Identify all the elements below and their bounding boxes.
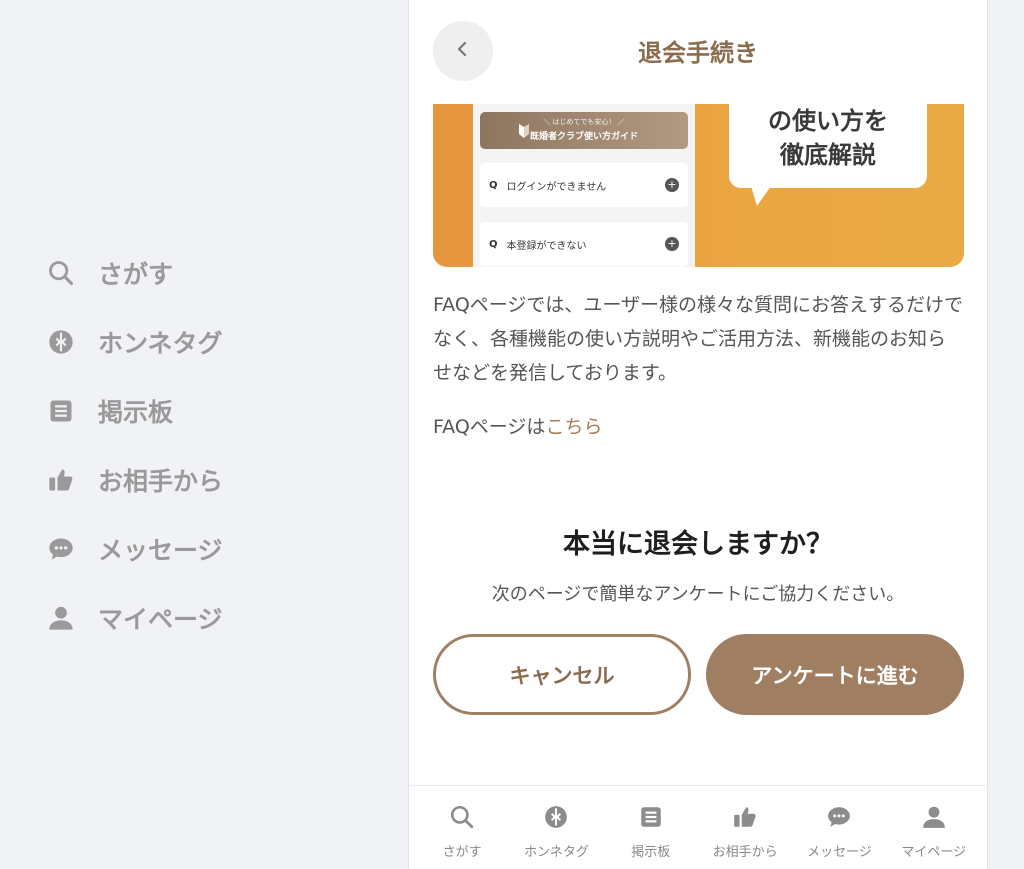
- tab-label: さがす: [442, 845, 482, 860]
- plus-icon: +: [665, 237, 679, 251]
- sidenav-item-label: メッセージ: [98, 535, 223, 565]
- faq-question-item: Q ログインができません +: [480, 163, 688, 207]
- tab-mypage[interactable]: マイページ: [890, 786, 978, 869]
- board-icon: [638, 804, 664, 834]
- confirm-subtitle: 次のページで簡単なアンケートにご協力ください。: [491, 584, 905, 605]
- person-icon: [921, 804, 947, 834]
- search-icon: [46, 258, 76, 288]
- sidenav-item-search[interactable]: さがす: [46, 238, 223, 307]
- side-navigation: さがす ホンネタグ 掲示板 お相手から メッセージ マイページ: [46, 238, 223, 652]
- speech-bubble-tail: [751, 186, 771, 206]
- board-icon: [46, 396, 76, 426]
- sidenav-item-board[interactable]: 掲示板: [46, 376, 223, 445]
- sidenav-item-label: 掲示板: [98, 397, 174, 427]
- guide-title: 既婚者クラブ使い方ガイド: [529, 132, 638, 142]
- faq-description: FAQページでは、ユーザー様の様々な質問にお答えするだけでなく、各種機能の使い方…: [433, 294, 964, 384]
- tab-messages[interactable]: メッセージ: [795, 786, 883, 869]
- withdrawal-panel: 退会手続き ＼ はじめてでも安心！ ／ 既婚者クラブ使い方ガイド Q ログインが…: [408, 0, 988, 869]
- bottom-tab-bar: さがす ホンネタグ 掲示板 お相手から メッセージ マイページ: [409, 785, 987, 869]
- tab-label: マイページ: [901, 845, 967, 860]
- thumbs-up-icon: [732, 804, 758, 834]
- speech-bubble: の使い方を 徹底解説: [729, 104, 927, 188]
- proceed-to-survey-button[interactable]: アンケートに進む: [706, 634, 964, 715]
- sidenav-item-messages[interactable]: メッセージ: [46, 514, 223, 583]
- faq-guide-mockup: ＼ はじめてでも安心！ ／ 既婚者クラブ使い方ガイド Q ログインができません …: [473, 104, 695, 267]
- tab-label: メッセージ: [807, 845, 872, 860]
- tab-honnetag[interactable]: ホンネタグ: [512, 786, 600, 869]
- tag-icon: [46, 327, 76, 357]
- tab-search[interactable]: さがす: [418, 786, 506, 869]
- tab-label: ホンネタグ: [524, 845, 589, 860]
- sidenav-item-label: ホンネタグ: [98, 328, 223, 358]
- sidenav-item-label: お相手から: [98, 466, 224, 496]
- faq-link-line: FAQページはこちら: [433, 416, 603, 438]
- sidenav-item-mypage[interactable]: マイページ: [46, 583, 223, 652]
- tab-board[interactable]: 掲示板: [607, 786, 695, 869]
- tab-from-partner[interactable]: お相手から: [701, 786, 789, 869]
- sidenav-item-honnetag[interactable]: ホンネタグ: [46, 307, 223, 376]
- person-icon: [46, 603, 76, 633]
- faq-question-item: Q 本登録ができない +: [480, 222, 688, 266]
- sidenav-item-from-partner[interactable]: お相手から: [46, 445, 223, 514]
- search-icon: [449, 804, 475, 834]
- guide-subtitle: ＼ はじめてでも安心！ ／: [543, 118, 625, 126]
- chat-icon: [826, 804, 852, 834]
- confirm-title: 本当に退会しますか？: [563, 529, 833, 560]
- page-title: 退会手続き: [638, 39, 758, 67]
- sidenav-item-label: マイページ: [98, 604, 223, 634]
- faq-banner-image[interactable]: ＼ はじめてでも安心！ ／ 既婚者クラブ使い方ガイド Q ログインができません …: [433, 104, 964, 267]
- guide-title-bar: ＼ はじめてでも安心！ ／ 既婚者クラブ使い方ガイド: [480, 112, 688, 149]
- cancel-button[interactable]: キャンセル: [433, 634, 691, 715]
- chat-icon: [46, 534, 76, 564]
- tag-icon: [543, 804, 569, 834]
- thumbs-up-icon: [46, 465, 76, 495]
- tab-label: 掲示板: [631, 845, 671, 860]
- tab-label: お相手から: [712, 845, 778, 860]
- page-header: 退会手続き: [409, 0, 987, 104]
- plus-icon: +: [665, 178, 679, 192]
- faq-link[interactable]: こちら: [545, 416, 602, 438]
- sidenav-item-label: さがす: [98, 259, 174, 289]
